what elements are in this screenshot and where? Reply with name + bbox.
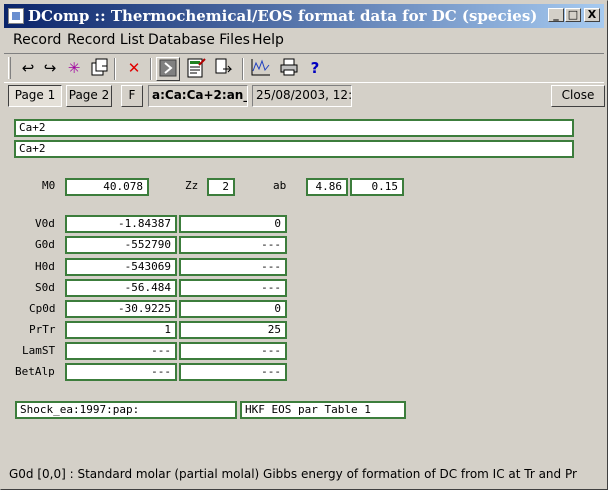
value-cell[interactable]: --- xyxy=(179,236,287,254)
new-record-icon[interactable]: ✳ xyxy=(62,57,86,81)
source-field[interactable]: Shock_ea:1997:pap: xyxy=(15,401,237,419)
name-field-2[interactable]: Ca+2 xyxy=(14,140,574,158)
row-label: V0d xyxy=(35,217,55,230)
zz-field[interactable]: 2 xyxy=(207,178,235,196)
ab-field-2[interactable]: 0.15 xyxy=(350,178,404,196)
title-bar[interactable]: DComp :: Thermochemical/EOS format data … xyxy=(4,4,604,28)
row-label: H0d xyxy=(35,260,55,273)
maximize-button[interactable]: □ xyxy=(565,8,581,22)
value-cell[interactable]: --- xyxy=(179,342,287,360)
value-cell[interactable]: --- xyxy=(65,342,177,360)
remake-icon[interactable] xyxy=(212,57,236,81)
value-cell[interactable]: -1.84387 xyxy=(65,215,177,233)
value-cell[interactable]: 0 xyxy=(179,300,287,318)
menu-record[interactable]: Record xyxy=(13,32,61,48)
record-key-label: a:Ca:Ca+2:an_: xyxy=(148,85,248,107)
zz-label: Zz xyxy=(185,179,199,192)
row-label: S0d xyxy=(35,281,55,294)
row-label: PrTr xyxy=(29,323,56,336)
value-cell[interactable]: 25 xyxy=(179,321,287,339)
value-cell[interactable]: -552790 xyxy=(65,236,177,254)
value-cell[interactable]: 1 xyxy=(65,321,177,339)
menu-bar: Record Record List Database Files Help xyxy=(4,29,604,51)
calc-icon[interactable] xyxy=(156,57,180,81)
menu-help[interactable]: Help xyxy=(252,32,284,48)
row-label: Cp0d xyxy=(29,302,56,315)
name-field-1[interactable]: Ca+2 xyxy=(14,119,574,137)
m0-label: M0 xyxy=(42,179,56,192)
status-bar: G0d [0,0] : Standard molar (partial mola… xyxy=(9,467,577,481)
tab-page-1[interactable]: Page 1 xyxy=(8,85,62,107)
ab-field-1[interactable]: 4.86 xyxy=(306,178,348,196)
value-cell[interactable]: -30.9225 xyxy=(65,300,177,318)
print-icon[interactable] xyxy=(277,57,301,81)
page-tab-bar: Page 1 Page 2 F a:Ca:Ca+2:an_: 25/08/200… xyxy=(4,83,605,113)
value-cell[interactable]: --- xyxy=(179,279,287,297)
toolbar-grip[interactable] xyxy=(8,57,11,79)
copy-record-icon[interactable] xyxy=(88,57,112,81)
toolbar-separator xyxy=(150,58,152,80)
row-label: BetAlp xyxy=(15,365,55,378)
delete-icon[interactable]: ✕ xyxy=(122,57,146,81)
f-button[interactable]: F xyxy=(121,85,143,107)
toolbar-separator xyxy=(242,58,244,80)
script-icon[interactable] xyxy=(184,57,208,81)
minimize-button[interactable]: _ xyxy=(548,8,564,22)
row-label: G0d xyxy=(35,238,55,251)
value-cell[interactable]: --- xyxy=(179,258,287,276)
ab-label: ab xyxy=(273,179,287,192)
window-title: DComp :: Thermochemical/EOS format data … xyxy=(28,7,538,25)
value-cell[interactable]: -543069 xyxy=(65,258,177,276)
app-icon xyxy=(8,8,24,24)
value-cell[interactable]: 0 xyxy=(179,215,287,233)
menu-database-files[interactable]: Database Files xyxy=(148,32,250,48)
toolbar-separator xyxy=(114,58,116,80)
tab-page-2[interactable]: Page 2 xyxy=(66,85,112,107)
close-window-button[interactable]: X xyxy=(584,8,600,22)
row-label: LamST xyxy=(22,344,56,357)
arrow-right-icon[interactable]: ↪ xyxy=(38,57,62,81)
graph-icon[interactable] xyxy=(249,57,273,81)
help-icon[interactable]: ? xyxy=(303,57,327,81)
value-cell[interactable]: --- xyxy=(65,363,177,381)
timestamp-label: 25/08/2003, 12:50 xyxy=(252,85,352,107)
toolbar: ↩ ↪ ✳ ✕ ? xyxy=(4,53,604,83)
menu-record-list[interactable]: Record List xyxy=(67,32,144,48)
close-button[interactable]: Close xyxy=(551,85,605,107)
value-cell[interactable]: --- xyxy=(179,363,287,381)
main-window: DComp :: Thermochemical/EOS format data … xyxy=(0,0,608,490)
comment-field[interactable]: HKF EOS par Table 1 xyxy=(240,401,406,419)
arrow-left-icon[interactable]: ↩ xyxy=(16,57,40,81)
m0-field[interactable]: 40.078 xyxy=(65,178,149,196)
value-cell[interactable]: -56.484 xyxy=(65,279,177,297)
